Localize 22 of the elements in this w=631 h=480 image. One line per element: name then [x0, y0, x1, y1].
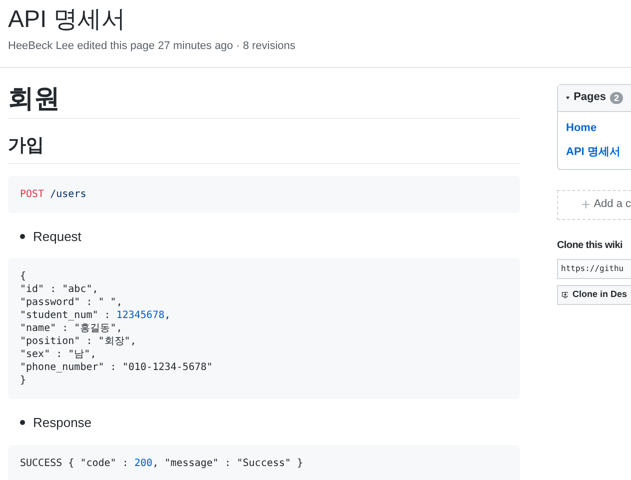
- list-item: Request: [33, 228, 82, 246]
- page-title: API 명세서: [8, 5, 126, 35]
- page-link[interactable]: API 명세서: [558, 140, 631, 164]
- clone-title: Clone this wiki: [557, 238, 624, 252]
- pages-toggle[interactable]: Pages 2: [558, 84, 631, 112]
- download-icon: [562, 290, 568, 300]
- bullet-icon: [20, 234, 25, 239]
- subsection-heading: 가입: [8, 130, 520, 164]
- code-block: { "id" : "abc", "password" : " ", "student_num" : 12345678, "name" : "홍길동", "position" : "회장", "sex" : "남", "phone_number" : "010-1234-5678" }: [8, 258, 520, 399]
- list-item: Response: [33, 414, 92, 432]
- code-block: SUCCESS { "code" : 200, "message" : "Success" }: [8, 444, 520, 480]
- page-link[interactable]: Home: [558, 116, 631, 140]
- caret-icon: [566, 94, 570, 100]
- clone-desktop-button[interactable]: Clone in Des: [557, 284, 631, 304]
- add-sidebar-button[interactable]: Add a c: [557, 190, 631, 220]
- code-block: POST /users: [8, 176, 520, 212]
- bullet-icon: [20, 420, 25, 426]
- count-badge: 2: [610, 92, 623, 104]
- plus-icon: [582, 200, 590, 209]
- page-meta: HeeBeck Lee edited this page 27 minutes ago · 8 revisions: [8, 39, 296, 54]
- section-heading: 회원: [8, 82, 520, 118]
- clone-url-field[interactable]: https://githu: [557, 258, 631, 278]
